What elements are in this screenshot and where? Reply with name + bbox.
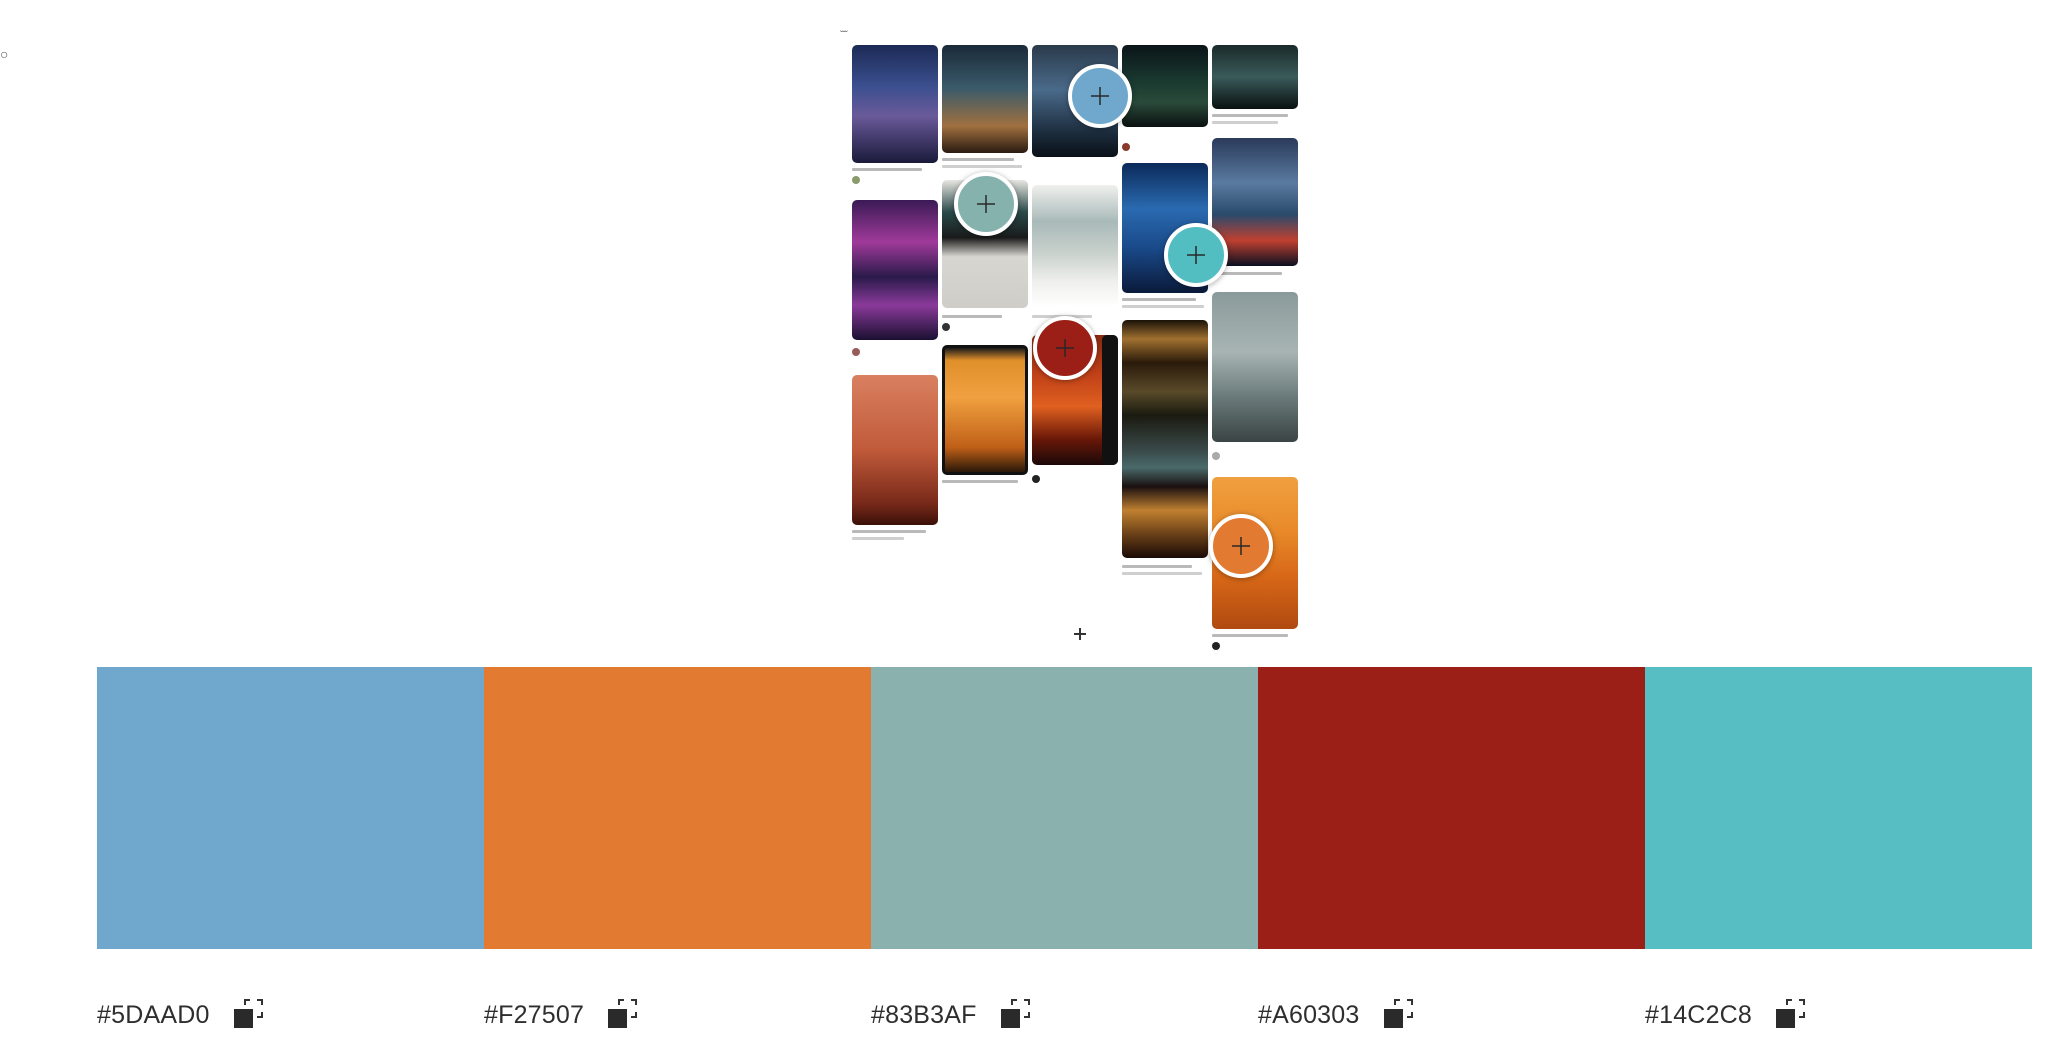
hex-code-text: #83B3AF bbox=[871, 1000, 977, 1029]
hex-code-text: #5DAAD0 bbox=[97, 1000, 210, 1029]
plus-icon bbox=[1187, 246, 1205, 264]
hex-code-row: #5DAAD0 #F27507 #83B3AF #A60303 #14C2C8 bbox=[97, 990, 2032, 1040]
palette-swatch[interactable] bbox=[1645, 667, 2032, 949]
plus-icon bbox=[1091, 87, 1109, 105]
pin-caption bbox=[942, 158, 1014, 161]
hex-code-cell: #5DAAD0 bbox=[97, 990, 484, 1040]
pin-avatar bbox=[852, 348, 860, 356]
hex-code-text: #14C2C8 bbox=[1645, 1000, 1753, 1029]
pin-image bbox=[942, 345, 1028, 475]
color-palette bbox=[97, 667, 2032, 949]
palette-swatch[interactable] bbox=[871, 667, 1258, 949]
hex-code-cell: #A60303 bbox=[1258, 990, 1645, 1040]
plus-icon bbox=[1056, 339, 1074, 357]
pin-avatar bbox=[1122, 143, 1130, 151]
pin-image bbox=[942, 45, 1028, 153]
pin-avatar bbox=[852, 176, 860, 184]
pin-caption bbox=[1122, 305, 1204, 308]
copy-icon[interactable] bbox=[1776, 999, 1808, 1031]
pin-caption bbox=[1122, 565, 1192, 568]
pin-image bbox=[852, 45, 938, 163]
pin-caption bbox=[852, 537, 904, 540]
color-sample-marker[interactable] bbox=[1068, 64, 1132, 128]
pin-caption bbox=[1122, 298, 1196, 301]
pin-image bbox=[852, 375, 938, 525]
pin-caption bbox=[942, 480, 1018, 483]
pin-caption bbox=[1212, 634, 1288, 637]
pin-avatar bbox=[1032, 475, 1040, 483]
pin-image bbox=[1102, 335, 1118, 465]
palette-swatch[interactable] bbox=[1258, 667, 1645, 949]
pin-caption bbox=[852, 530, 926, 533]
palette-swatch[interactable] bbox=[97, 667, 484, 949]
pin-caption bbox=[942, 165, 1022, 168]
pin-image bbox=[1122, 45, 1208, 127]
pin-image bbox=[1032, 185, 1118, 307]
pin-image bbox=[852, 200, 938, 340]
plus-icon bbox=[1232, 537, 1250, 555]
pin-avatar bbox=[1212, 642, 1220, 650]
hex-code-text: #F27507 bbox=[484, 1000, 585, 1029]
pin-caption bbox=[1122, 572, 1202, 575]
hex-code-cell: #83B3AF bbox=[871, 990, 1258, 1040]
board-top-mark: ˇˇˇ bbox=[840, 30, 848, 41]
plus-icon bbox=[977, 195, 995, 213]
pin-avatar bbox=[942, 323, 950, 331]
copy-icon[interactable] bbox=[1383, 999, 1416, 1031]
pin-caption bbox=[852, 168, 922, 171]
hex-code-text: #A60303 bbox=[1258, 1000, 1360, 1029]
color-sample-marker[interactable] bbox=[954, 172, 1018, 236]
pin-avatar bbox=[1212, 452, 1220, 460]
color-sample-marker[interactable] bbox=[1164, 223, 1228, 287]
hex-code-cell: #F27507 bbox=[484, 990, 871, 1040]
pin-image bbox=[1122, 320, 1208, 558]
pin-caption bbox=[1212, 114, 1288, 117]
palette-swatch[interactable] bbox=[484, 667, 871, 949]
pin-caption bbox=[1212, 121, 1278, 124]
pin-image bbox=[1212, 45, 1298, 109]
copy-icon[interactable] bbox=[608, 999, 640, 1031]
color-sample-marker[interactable] bbox=[1033, 316, 1097, 380]
copy-icon[interactable] bbox=[1000, 999, 1033, 1031]
pin-caption bbox=[942, 315, 1002, 318]
small-plus-icon[interactable] bbox=[1074, 628, 1086, 640]
color-sample-marker[interactable] bbox=[1209, 514, 1273, 578]
edge-circle-icon: ○ bbox=[0, 46, 9, 62]
pin-image bbox=[1212, 292, 1298, 442]
copy-icon[interactable] bbox=[233, 999, 266, 1031]
hex-code-cell: #14C2C8 bbox=[1645, 990, 2032, 1040]
